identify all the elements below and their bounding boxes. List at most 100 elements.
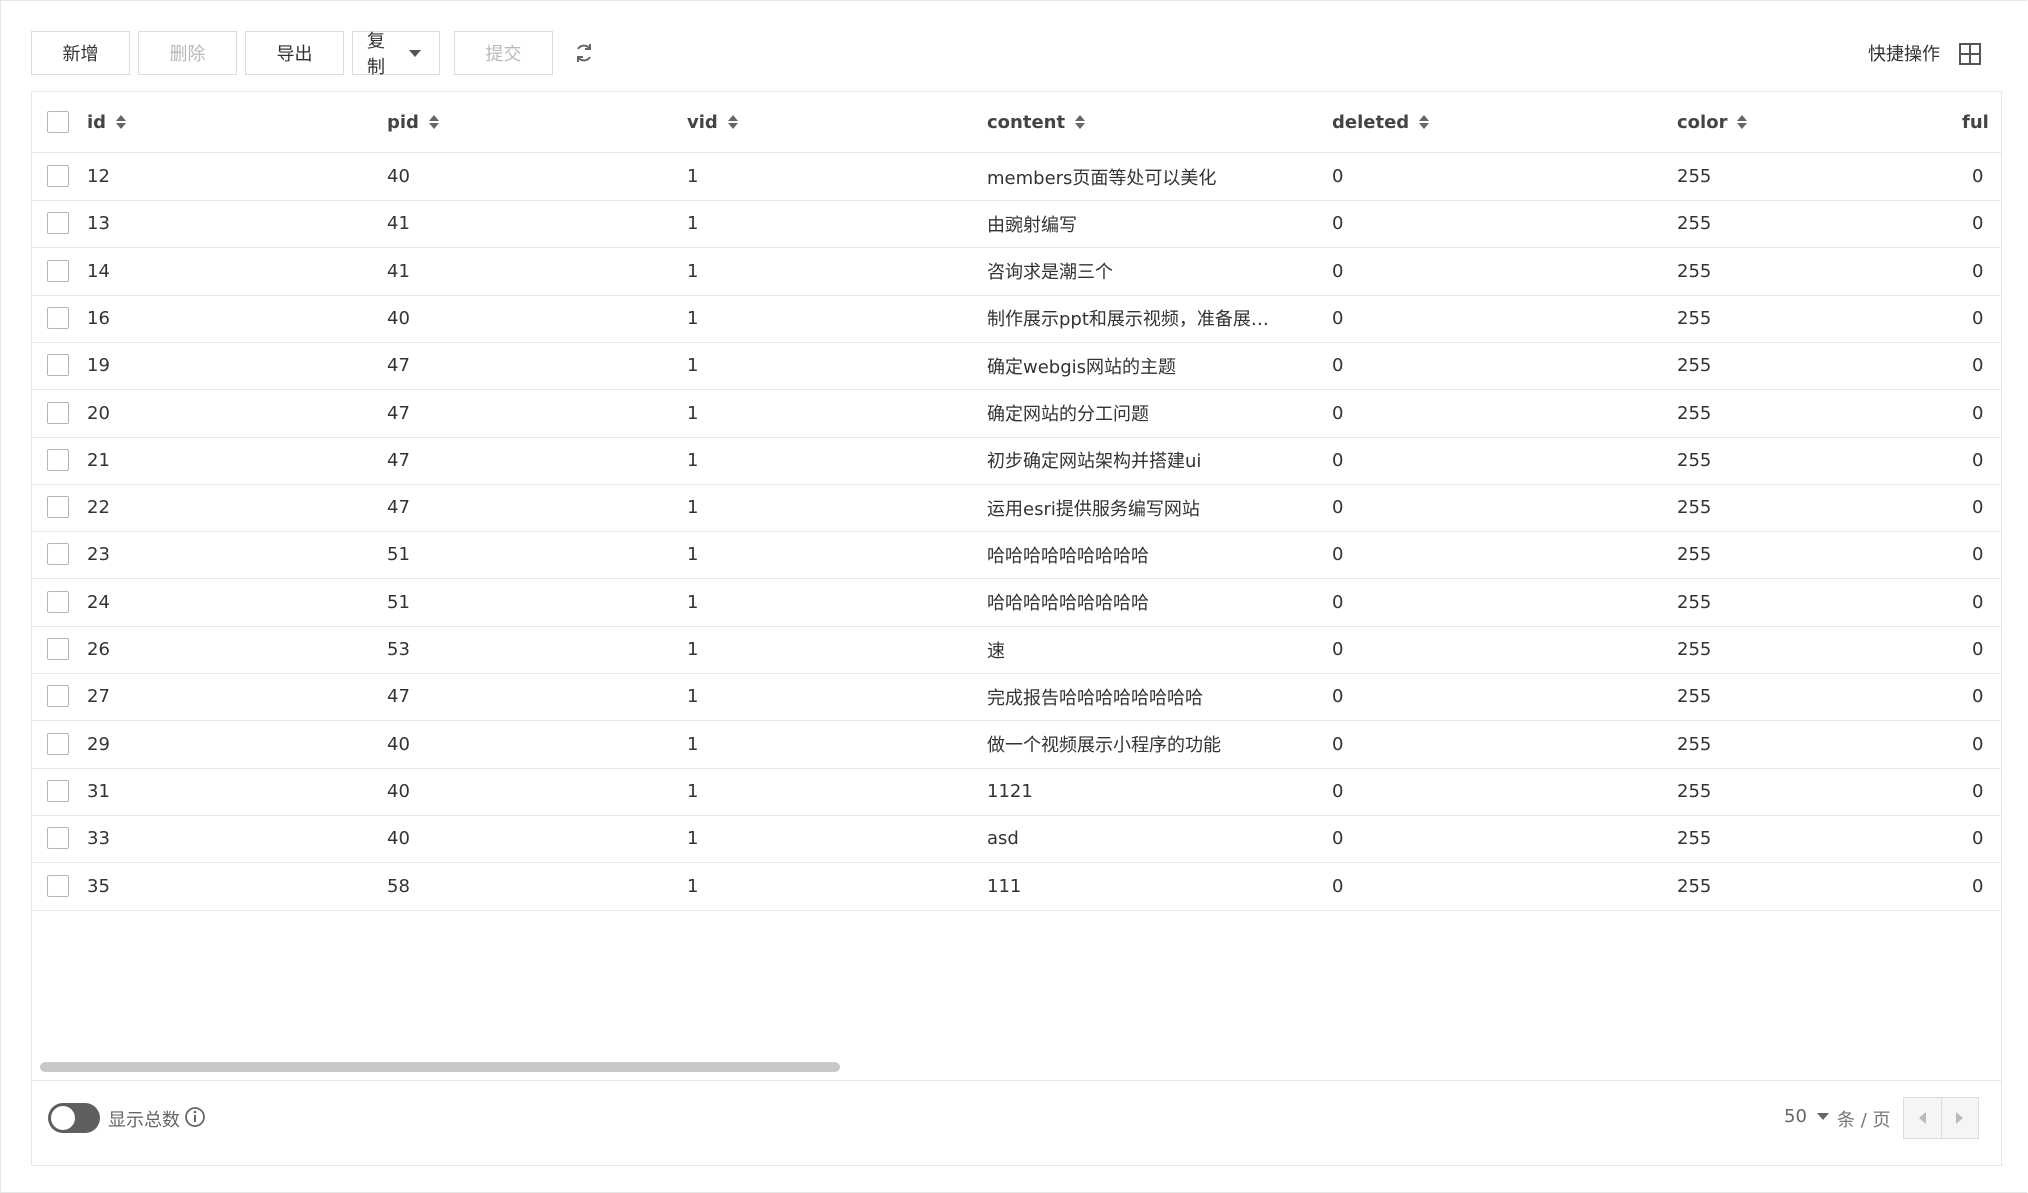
cell-content: 运用esri提供服务编写网站 bbox=[987, 498, 1200, 520]
quick-actions-link[interactable]: 快捷操作 bbox=[1868, 40, 1940, 66]
sort-icon[interactable] bbox=[1419, 114, 1430, 130]
cell-content: 初步确定网站架构并搭建ui bbox=[987, 451, 1202, 473]
cell-ful: 0 bbox=[1972, 260, 1984, 282]
table-row[interactable]: 13 41 1 由豌射编写 0 255 0 bbox=[32, 200, 2001, 249]
column-header-color[interactable]: color bbox=[1677, 92, 1748, 152]
cell-content: 哈哈哈哈哈哈哈哈哈 bbox=[987, 593, 1149, 615]
horizontal-scrollbar[interactable] bbox=[40, 1062, 840, 1072]
row-checkbox[interactable] bbox=[47, 306, 69, 329]
cell-deleted: 0 bbox=[1332, 355, 1344, 377]
row-checkbox[interactable] bbox=[47, 827, 69, 850]
column-label: id bbox=[87, 111, 107, 133]
cell-pid: 40 bbox=[387, 780, 410, 802]
row-checkbox[interactable] bbox=[47, 496, 69, 519]
cell-id: 12 bbox=[87, 166, 110, 187]
info-icon[interactable] bbox=[184, 1106, 206, 1128]
page-size-value: 50 bbox=[1784, 1106, 1807, 1127]
cell-vid: 1 bbox=[687, 875, 699, 897]
cell-content: 确定网站的分工问题 bbox=[987, 404, 1149, 425]
cell-ful: 0 bbox=[1972, 544, 1984, 566]
row-checkbox[interactable] bbox=[47, 401, 69, 424]
table-row[interactable]: 16 40 1 制作展示ppt和展示视频，准备展… 0 255 0 bbox=[32, 295, 2001, 343]
column-header-id[interactable]: id bbox=[87, 92, 127, 152]
row-checkbox[interactable] bbox=[47, 779, 69, 802]
prev-page-button[interactable] bbox=[1904, 1098, 1942, 1138]
row-checkbox[interactable] bbox=[47, 212, 69, 235]
sort-icon[interactable] bbox=[428, 114, 439, 130]
table-row[interactable]: 29 40 1 做一个视频展示小程序的功能 0 255 0 bbox=[32, 721, 2001, 769]
cell-color: 255 bbox=[1677, 213, 1712, 235]
caret-down-icon bbox=[409, 49, 421, 57]
toggle-knob bbox=[51, 1106, 75, 1130]
submit-button[interactable]: 提交 bbox=[454, 31, 553, 75]
cell-content: 由豌射编写 bbox=[987, 214, 1077, 236]
cell-ful: 0 bbox=[1972, 213, 1984, 235]
row-checkbox[interactable] bbox=[47, 354, 69, 377]
row-checkbox[interactable] bbox=[47, 259, 69, 282]
show-total-toggle[interactable] bbox=[48, 1103, 100, 1133]
cell-ful: 0 bbox=[1972, 497, 1984, 519]
row-checkbox[interactable] bbox=[47, 590, 69, 613]
sort-icon[interactable] bbox=[1737, 114, 1748, 130]
table-row[interactable]: 27 47 1 完成报告哈哈哈哈哈哈哈哈 0 255 0 bbox=[32, 673, 2001, 722]
table-row[interactable]: 22 47 1 运用esri提供服务编写网站 0 255 0 bbox=[32, 484, 2001, 533]
column-header-ful[interactable]: ful bbox=[1962, 92, 1989, 152]
cell-vid: 1 bbox=[687, 260, 699, 282]
column-header-content[interactable]: content bbox=[987, 92, 1086, 152]
next-page-button[interactable] bbox=[1941, 1098, 1978, 1138]
table-row[interactable]: 19 47 1 确定webgis网站的主题 0 255 0 bbox=[32, 342, 2001, 391]
select-all-checkbox[interactable] bbox=[47, 111, 69, 133]
cell-content: asd bbox=[987, 828, 1019, 850]
copy-dropdown-button[interactable]: 复制 bbox=[352, 31, 440, 78]
column-header-pid[interactable]: pid bbox=[387, 92, 439, 152]
table-row[interactable]: 14 41 1 咨询求是潮三个 0 255 0 bbox=[32, 248, 2001, 296]
table-row[interactable]: 20 47 1 确定网站的分工问题 0 255 0 bbox=[32, 390, 2001, 438]
cell-ful: 0 bbox=[1972, 828, 1984, 850]
cell-id: 31 bbox=[87, 780, 110, 802]
sort-icon[interactable] bbox=[1075, 114, 1086, 130]
table-row[interactable]: 12 40 1 members页面等处可以美化 0 255 0 bbox=[32, 153, 2001, 201]
cell-id: 26 bbox=[87, 639, 110, 660]
add-button[interactable]: 新增 bbox=[31, 31, 130, 75]
chevron-left-icon bbox=[1918, 1112, 1926, 1124]
cell-pid: 51 bbox=[387, 591, 410, 613]
row-checkbox[interactable] bbox=[47, 638, 69, 660]
grid-view-icon[interactable] bbox=[1959, 43, 1981, 65]
column-label: deleted bbox=[1332, 111, 1410, 133]
cell-deleted: 0 bbox=[1332, 213, 1344, 235]
cell-content: 确定webgis网站的主题 bbox=[987, 356, 1177, 378]
cell-ful: 0 bbox=[1972, 875, 1984, 897]
table-row[interactable]: 21 47 1 初步确定网站架构并搭建ui 0 255 0 bbox=[32, 437, 2001, 485]
row-checkbox[interactable] bbox=[47, 448, 69, 471]
page-size-select[interactable]: 50 bbox=[1784, 1106, 1829, 1127]
refresh-icon[interactable] bbox=[569, 38, 599, 68]
row-checkbox[interactable] bbox=[47, 543, 69, 566]
export-button[interactable]: 导出 bbox=[245, 31, 344, 75]
cell-color: 255 bbox=[1677, 449, 1712, 471]
column-header-deleted[interactable]: deleted bbox=[1332, 92, 1430, 152]
delete-button[interactable]: 删除 bbox=[138, 31, 237, 75]
cell-pid: 58 bbox=[387, 875, 410, 897]
cell-deleted: 0 bbox=[1332, 544, 1344, 566]
column-header-vid[interactable]: vid bbox=[687, 92, 738, 152]
table-row[interactable]: 35 58 1 111 0 255 0 bbox=[32, 863, 2001, 911]
sort-icon[interactable] bbox=[116, 114, 127, 130]
row-checkbox[interactable] bbox=[47, 685, 69, 708]
row-checkbox[interactable] bbox=[47, 732, 69, 755]
sort-icon[interactable] bbox=[727, 114, 738, 130]
cell-id: 35 bbox=[87, 875, 110, 897]
cell-deleted: 0 bbox=[1332, 497, 1344, 519]
cell-deleted: 0 bbox=[1332, 260, 1344, 282]
table-row[interactable]: 24 51 1 哈哈哈哈哈哈哈哈哈 0 255 0 bbox=[32, 579, 2001, 627]
cell-vid: 1 bbox=[687, 402, 699, 424]
table-row[interactable]: 33 40 1 asd 0 255 0 bbox=[32, 815, 2001, 864]
cell-pid: 41 bbox=[387, 260, 410, 282]
cell-id: 22 bbox=[87, 497, 110, 519]
row-checkbox[interactable] bbox=[47, 165, 69, 187]
cell-ful: 0 bbox=[1972, 591, 1984, 613]
table-row[interactable]: 26 53 1 速 0 255 0 bbox=[32, 626, 2001, 674]
row-checkbox[interactable] bbox=[47, 874, 69, 897]
table-row[interactable]: 31 40 1 1121 0 255 0 bbox=[32, 768, 2001, 816]
cell-ful: 0 bbox=[1972, 166, 1984, 187]
table-row[interactable]: 23 51 1 哈哈哈哈哈哈哈哈哈 0 255 0 bbox=[32, 531, 2001, 580]
